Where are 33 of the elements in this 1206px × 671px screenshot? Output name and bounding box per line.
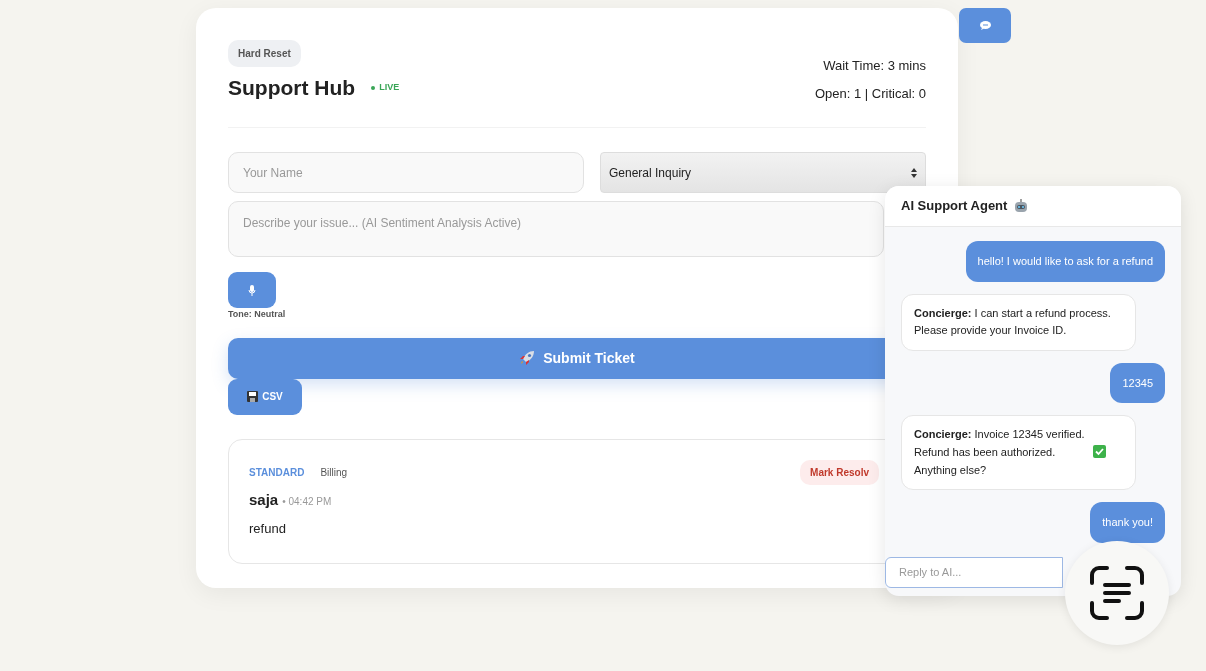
status-dot-icon <box>371 85 376 90</box>
ticket-counts: Open: 1 | Critical: 0 <box>814 84 926 103</box>
export-csv-button[interactable]: CSV <box>228 378 302 415</box>
robot-icon <box>1013 199 1030 214</box>
chat-toggle-button[interactable] <box>959 8 1011 43</box>
agent-message-text: Concierge: Invoice 12345 verified. Refund has been authorized. <box>914 427 1086 461</box>
user-message: thank you! <box>1090 502 1165 543</box>
user-message: hello! I would like to ask for a refund <box>965 241 1165 282</box>
category-label: Billing <box>320 465 348 480</box>
ticket-time: • 04:42 PM <box>282 494 332 509</box>
live-status: LIVE <box>371 80 400 95</box>
name-field[interactable]: Your Name <box>228 152 584 193</box>
check-icon <box>1093 444 1106 458</box>
customer-name: saja <box>249 489 279 510</box>
chat-bubble-icon <box>979 21 991 30</box>
microphone-icon <box>248 284 256 296</box>
chat-title: AI Support Agent <box>901 197 1008 216</box>
category-select[interactable]: General Inquiry <box>600 152 926 193</box>
select-arrows-icon <box>911 167 917 178</box>
scan-text-icon <box>1089 565 1145 621</box>
agent-message-text: Concierge: I can start a refund process. Please provide your Invoice ID. <box>914 306 1111 337</box>
user-message: 12345 <box>1110 362 1165 404</box>
rocket-icon <box>519 350 536 366</box>
page-title: Support Hub <box>228 75 356 101</box>
microphone-button[interactable] <box>228 272 276 308</box>
mark-resolved-button[interactable]: Mark Resolv <box>800 459 879 485</box>
description-field[interactable]: Describe your issue... (AI Sentiment Analysis Active) <box>228 201 884 257</box>
ticket-message: refund <box>249 520 287 538</box>
hard-reset-button[interactable]: Hard Reset <box>228 40 301 67</box>
priority-label: STANDARD <box>249 465 305 480</box>
wait-time: Wait Time: 3 mins <box>822 57 926 75</box>
agent-message-text: Anything else? <box>914 462 988 478</box>
reply-field[interactable]: Reply to AI... <box>885 556 1063 588</box>
